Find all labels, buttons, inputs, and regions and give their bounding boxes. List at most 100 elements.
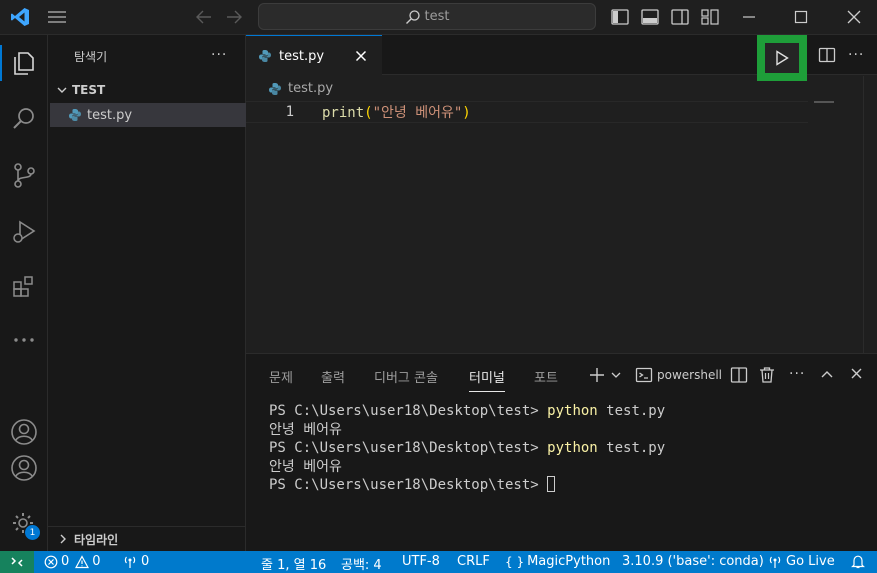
broadcast-icon xyxy=(767,555,783,569)
braces-icon: { } xyxy=(505,554,525,569)
minimize-icon[interactable] xyxy=(741,9,757,25)
customize-layout-icon[interactable] xyxy=(701,9,719,25)
toggle-sidebar-icon[interactable] xyxy=(611,9,629,25)
minimap[interactable] xyxy=(814,101,834,103)
indentation[interactable]: 공백: 4 xyxy=(341,554,382,573)
code-token-string: "안녕 베어유" xyxy=(372,105,463,121)
timeline-label: 타임라인 xyxy=(74,532,119,547)
ports-status[interactable]: 0 xyxy=(122,554,149,569)
terminal-output[interactable]: PS C:\Users\user18\Desktop\test> python … xyxy=(269,402,665,495)
terminal-shell-icon xyxy=(635,366,653,384)
code-token-function: print xyxy=(322,105,365,121)
chevron-down-icon xyxy=(56,84,68,96)
terminal-cursor xyxy=(547,476,556,492)
terminal-line: PS C:\Users\user18\Desktop\test> python … xyxy=(269,439,665,458)
python-interpreter[interactable]: 3.10.9 ('base': conda) xyxy=(622,554,764,569)
editor-more-actions[interactable]: ··· xyxy=(848,47,864,63)
warning-count: 0 xyxy=(92,554,101,569)
toggle-secondary-sidebar-icon[interactable] xyxy=(671,9,689,25)
more-views-icon[interactable] xyxy=(0,316,48,364)
terminal-line: PS C:\Users\user18\Desktop\test> xyxy=(269,476,665,495)
forward-arrow-icon[interactable] xyxy=(226,10,242,24)
split-terminal-icon[interactable] xyxy=(730,366,748,384)
tab-terminal[interactable]: 터미널 xyxy=(469,367,505,392)
split-editor-icon[interactable] xyxy=(818,47,836,63)
problems-status[interactable]: 0 0 xyxy=(44,554,101,569)
python-file-icon xyxy=(268,82,282,96)
terminal-name[interactable]: powershell xyxy=(657,368,722,382)
error-count: 0 xyxy=(61,554,70,569)
end-of-line[interactable]: CRLF xyxy=(457,554,490,569)
file-item-test-py[interactable]: test.py xyxy=(50,103,246,127)
terminal-command: python xyxy=(547,403,598,419)
panel-more-actions[interactable]: ··· xyxy=(789,366,805,382)
close-window-icon[interactable] xyxy=(846,9,862,25)
tab-output[interactable]: 출력 xyxy=(321,367,345,386)
broadcast-icon xyxy=(122,555,138,569)
settings-gear-icon[interactable] xyxy=(0,500,48,548)
code-token-paren-close: ) xyxy=(462,105,471,121)
editor-scrollbar[interactable] xyxy=(863,76,864,353)
search-view-icon[interactable] xyxy=(0,95,48,143)
run-button-inner xyxy=(765,43,799,73)
notifications-bell-icon[interactable] xyxy=(851,554,865,569)
tab-problems[interactable]: 문제 xyxy=(269,367,293,386)
back-arrow-icon[interactable] xyxy=(196,10,212,24)
explorer-icon[interactable] xyxy=(0,39,48,87)
breadcrumb-file: test.py xyxy=(288,81,334,96)
play-icon xyxy=(775,50,789,66)
tab-label: test.py xyxy=(279,48,325,64)
tab-debug-console[interactable]: 디버그 콘솔 xyxy=(374,367,438,386)
go-live-button[interactable]: Go Live xyxy=(767,554,835,569)
close-tab-icon[interactable] xyxy=(355,50,367,62)
terminal-dropdown-chevron-icon[interactable] xyxy=(610,370,622,380)
account-profile-icon[interactable] xyxy=(0,444,48,492)
folder-test[interactable]: TEST xyxy=(50,80,246,100)
tab-test-py[interactable]: test.py xyxy=(246,35,382,76)
terminal-line: PS C:\Users\user18\Desktop\test> python … xyxy=(269,402,665,421)
timeline-section[interactable]: 타임라인 xyxy=(48,526,246,551)
terminal-prompt: PS C:\Users\user18\Desktop\test> xyxy=(269,440,548,456)
terminal-output-line: 안녕 베어유 xyxy=(269,421,342,438)
go-live-label: Go Live xyxy=(786,554,835,569)
extensions-icon[interactable] xyxy=(0,263,48,311)
breadcrumb[interactable]: test.py xyxy=(268,81,333,96)
python-file-icon xyxy=(68,108,82,122)
source-control-icon[interactable] xyxy=(0,151,48,199)
toggle-panel-icon[interactable] xyxy=(641,9,659,25)
maximize-panel-chevron-up-icon[interactable] xyxy=(820,368,834,380)
code-token-paren-open: ( xyxy=(364,105,373,121)
settings-update-badge: 1 xyxy=(25,525,40,540)
close-panel-icon[interactable] xyxy=(850,367,863,380)
maximize-icon[interactable] xyxy=(793,9,809,25)
terminal-prompt: PS C:\Users\user18\Desktop\test> xyxy=(269,477,548,493)
sidebar-title: 탐색기 xyxy=(74,50,108,64)
remote-indicator[interactable] xyxy=(0,551,34,573)
terminal-argument: test.py xyxy=(597,440,666,456)
run-python-file-button[interactable] xyxy=(757,35,807,81)
terminal-command: python xyxy=(547,440,598,456)
command-center-search[interactable]: test xyxy=(258,3,596,30)
code-text[interactable]: print("안녕 베어유") xyxy=(322,102,471,122)
menu-icon[interactable] xyxy=(47,9,67,25)
warning-icon xyxy=(75,554,90,569)
language-mode[interactable]: { } MagicPython xyxy=(505,554,610,569)
search-icon xyxy=(405,9,421,25)
new-terminal-plus-icon[interactable] xyxy=(588,366,606,384)
terminal-argument: test.py xyxy=(597,403,666,419)
terminal-prompt: PS C:\Users\user18\Desktop\test> xyxy=(269,403,548,419)
terminal-output-line: 안녕 베어유 xyxy=(269,458,342,475)
language-label: MagicPython xyxy=(527,554,611,569)
run-and-debug-icon[interactable] xyxy=(0,207,48,255)
error-icon xyxy=(44,555,58,569)
tab-ports[interactable]: 포트 xyxy=(534,367,558,386)
python-file-icon xyxy=(258,49,272,63)
sidebar-more-actions[interactable]: ··· xyxy=(211,47,227,63)
cursor-position[interactable]: 줄 1, 열 16 xyxy=(261,554,326,573)
file-name: test.py xyxy=(87,107,133,123)
trash-icon[interactable] xyxy=(759,366,775,384)
encoding[interactable]: UTF-8 xyxy=(402,554,440,569)
code-line-1[interactable]: 1 print("안녕 베어유") xyxy=(246,101,808,123)
search-text: test xyxy=(424,9,450,24)
remote-icon xyxy=(10,555,24,569)
